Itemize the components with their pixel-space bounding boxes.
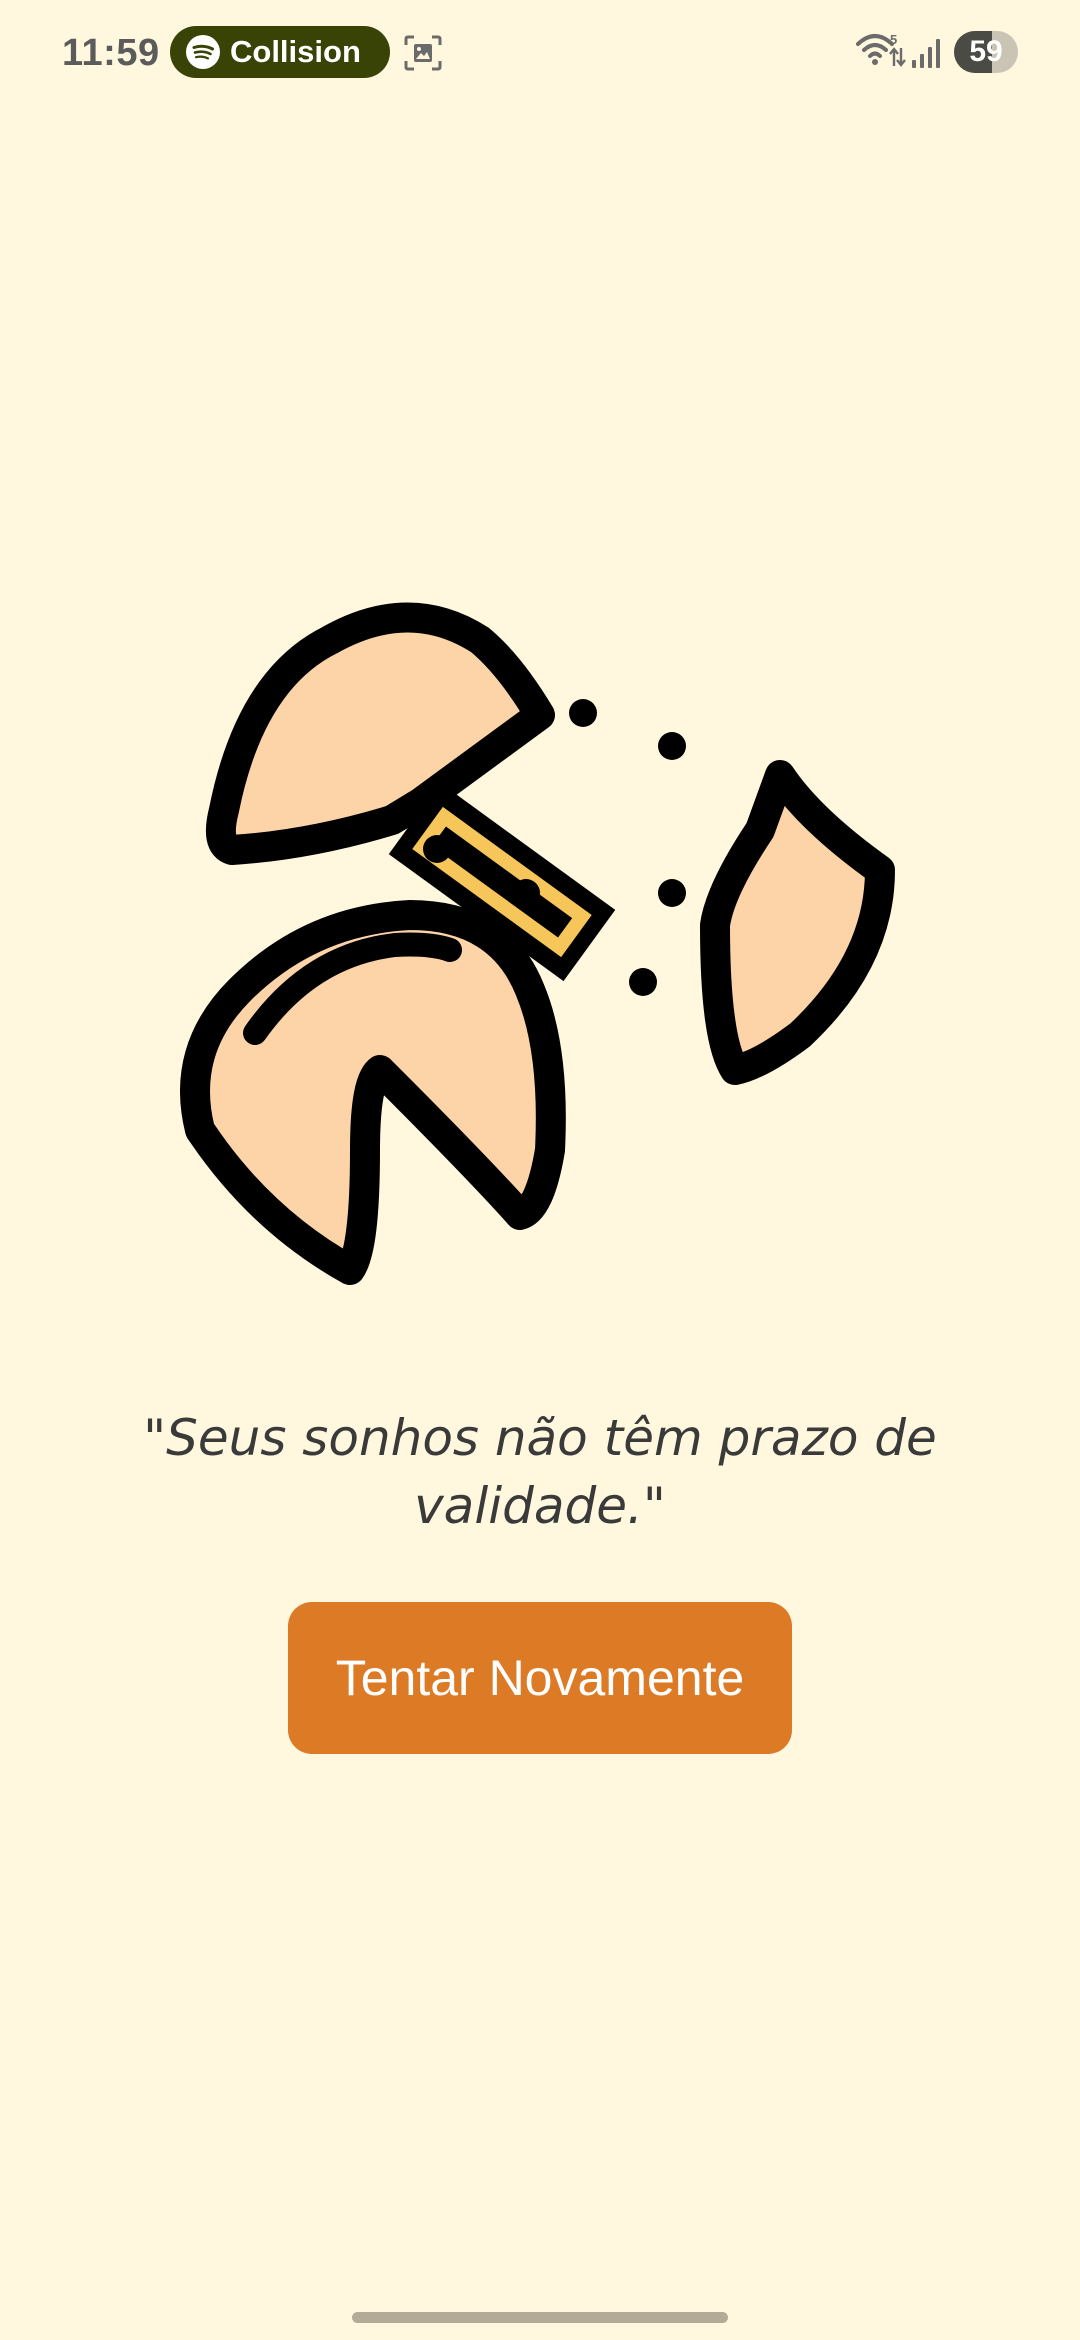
status-time: 11:59	[62, 32, 160, 74]
battery-indicator: 59	[954, 31, 1018, 73]
crumb	[423, 835, 451, 863]
media-playing-chip[interactable]: Collision	[170, 26, 390, 78]
svg-text:5: 5	[890, 32, 897, 47]
cookie-top-piece	[205, 602, 555, 865]
broken-fortune-cookie-illustration	[180, 602, 895, 1285]
crumb	[512, 879, 540, 907]
screenshot-icon	[404, 35, 442, 71]
signal-icon	[912, 39, 940, 68]
crumb	[658, 879, 686, 907]
crumb	[629, 968, 657, 996]
status-bar: 11:59 Collision 5 59	[0, 0, 1080, 106]
crumb	[569, 699, 597, 727]
battery-level: 59	[969, 35, 1003, 68]
home-indicator[interactable]	[352, 2312, 728, 2323]
wifi-icon: 5	[856, 32, 906, 67]
crumb	[658, 732, 686, 760]
media-title: Collision	[230, 34, 361, 69]
retry-button[interactable]: Tentar Novamente	[288, 1602, 792, 1754]
cookie-right-piece	[700, 760, 895, 1085]
spotify-icon	[186, 35, 220, 69]
fortune-message: "Seus sonhos não têm prazo de validade."	[143, 1409, 937, 1535]
cookie-bottom-piece	[180, 900, 566, 1285]
